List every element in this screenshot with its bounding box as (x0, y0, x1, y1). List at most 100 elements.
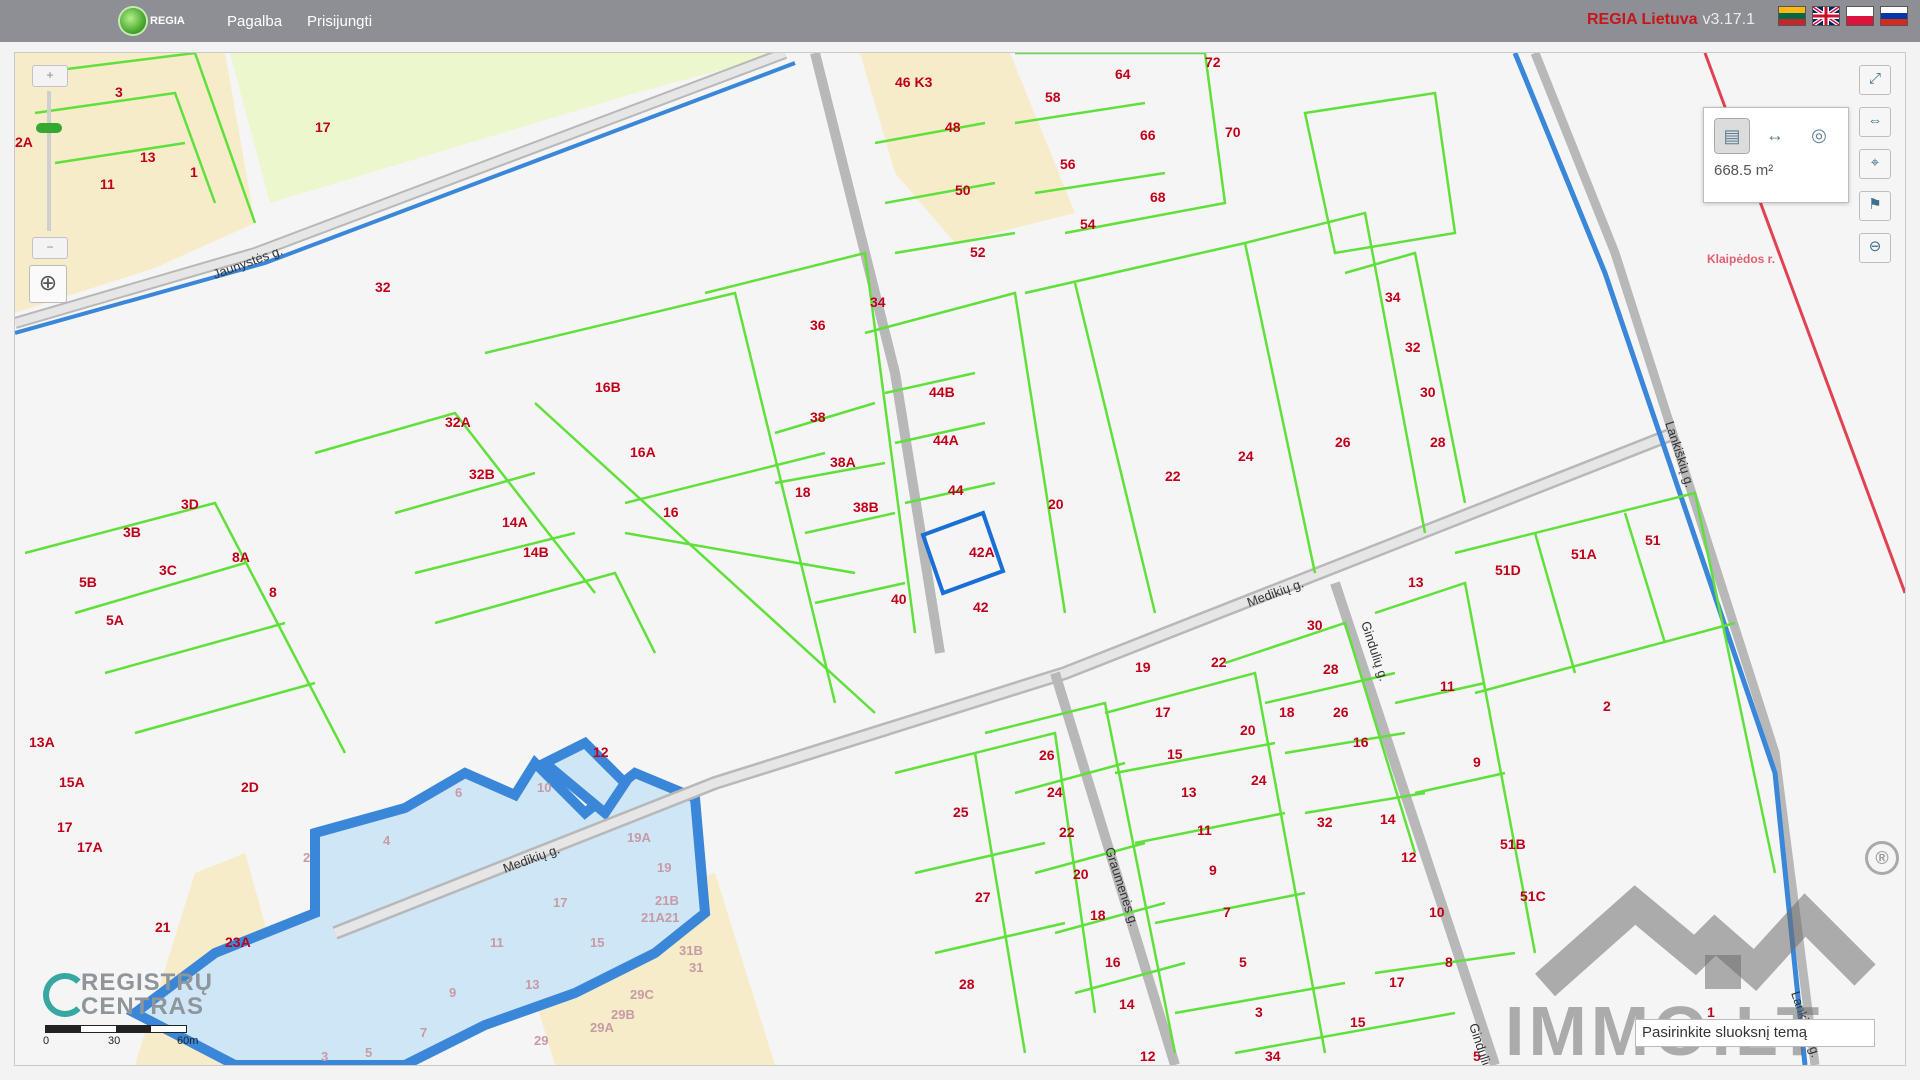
zoom-slider-track[interactable] (47, 91, 51, 231)
parcel-label: 20 (1073, 866, 1089, 882)
parcel-label: 5A (106, 612, 124, 628)
parcel-label: 29C (630, 987, 654, 1002)
parcel-label: 42 (973, 599, 989, 615)
parcel-label: 14 (1119, 996, 1135, 1012)
scale-bar-graphic (45, 1025, 187, 1033)
parcel-label: 19A (627, 830, 651, 845)
regia-globe-icon (120, 8, 146, 34)
zoom-in-button[interactable]: + (32, 65, 68, 87)
parcel-label: 51B (1500, 836, 1526, 852)
parcel-label: 32A (445, 414, 471, 430)
parcel-boundaries (24, 53, 1777, 1055)
parcel-label: 3 (115, 84, 123, 100)
parcel-label: 50 (955, 182, 971, 198)
scale-bar: 0 30 60m (43, 1017, 205, 1053)
flag-pl-icon[interactable] (1846, 6, 1874, 26)
parcel-label: 40 (891, 591, 907, 607)
brand-name: REGIA Lietuva (1586, 11, 1698, 28)
distance-icon: ↔ (1766, 125, 1784, 145)
parcel-label: 1 (190, 164, 198, 180)
parcel-label: 19 (657, 860, 671, 875)
place-label: Klaipėdos r. (1707, 252, 1775, 266)
parcel-label: 28 (1323, 661, 1339, 677)
layer-select-input[interactable]: Pasirinkite sluoksnį temą (1635, 1019, 1875, 1047)
parcel-label: 32 (375, 279, 391, 295)
measure-area-tool[interactable]: ▤ (1714, 118, 1750, 154)
parcel-label: 29 (534, 1033, 548, 1048)
help-link[interactable]: Pagalba (227, 13, 282, 30)
parcel-label: 51D (1495, 562, 1521, 578)
link-button[interactable]: ⊖ (1859, 233, 1891, 263)
parcel-label: 29B (611, 1007, 635, 1022)
parcel-label: 5 (365, 1045, 372, 1060)
parcel-label: 1 (1707, 1004, 1715, 1020)
parcel-label: 13 (1181, 784, 1197, 800)
parcel-label: 13 (1408, 574, 1424, 590)
parcel-label: 2 (1603, 698, 1611, 714)
parcel-label: 7 (420, 1025, 427, 1040)
scale-label-30: 30 (108, 1035, 121, 1047)
flag-lt-icon[interactable] (1778, 6, 1806, 26)
zoom-slider-handle[interactable] (36, 123, 62, 133)
parcel-label: 15 (590, 935, 604, 950)
parcel-label: 11 (1440, 678, 1455, 694)
map-canvas[interactable]: 46 K3 64721732A131115848 66 705650 685452323… (15, 53, 1905, 1065)
parcel-label: 36 (810, 317, 826, 333)
parcel-label: 15A (59, 774, 85, 790)
parcel-label: 16B (595, 379, 621, 395)
measure-point-tool[interactable]: ◎ (1802, 118, 1836, 152)
parcel-label: 10 (1429, 904, 1445, 920)
parcel-label: 17 (57, 819, 73, 835)
parcel-label: 9 (1473, 754, 1481, 770)
flag-en-icon[interactable] (1811, 5, 1841, 27)
parcel-label: 51 (1645, 532, 1661, 548)
parcel-label: 34 (870, 294, 886, 310)
zoom-out-button[interactable]: − (32, 237, 68, 259)
version-label: v3.17.1 (1702, 11, 1755, 28)
login-link[interactable]: Prisijungti (307, 13, 372, 30)
parcel-label: 51A (1571, 546, 1597, 562)
parcel-label: 32 (1317, 814, 1333, 830)
parcel-label: 64 (1115, 66, 1131, 82)
parcel-label: 21A21 (641, 910, 679, 925)
parcel-label: 8 (269, 584, 277, 600)
measure-distance-tool[interactable]: ↔ (1758, 118, 1792, 152)
parcel-label: 16A (630, 444, 656, 460)
parcel-label: 42A (969, 544, 995, 560)
parcel-label: 34 (1265, 1048, 1281, 1064)
brand-version: REGIA Lietuva v3.17.1 (1587, 11, 1755, 29)
cadastral-map[interactable]: 46 K3 64 72 17 3 2A 13 11 1 58 48 66 70 56 50 68 54 52 32 3… (14, 52, 1906, 1066)
logo-text: REGIA (150, 15, 185, 27)
parcel-label: 38A (830, 454, 856, 470)
measure-button[interactable]: ⇔ (1859, 107, 1891, 137)
parcel-label: 38B (853, 499, 879, 515)
parcel-label: 22 (1211, 654, 1227, 670)
parcel-label: 20 (1240, 722, 1256, 738)
parcel-label: 44A (933, 432, 959, 448)
top-bar: REGIA Pagalba Prisijungti REGIA Lietuva v… (0, 0, 1920, 42)
regia-logo[interactable]: REGIA (120, 7, 185, 35)
coordinates-button[interactable]: ⌖ (1859, 149, 1891, 179)
parcel-label: 12 (593, 744, 609, 760)
parcel-label: 18 (795, 484, 811, 500)
parcel-label: 15 (1167, 746, 1183, 762)
flag-marker-button[interactable]: ⚑ (1859, 191, 1891, 221)
road-gindulu (1330, 581, 1500, 1065)
parcel-label: 17 (1155, 704, 1171, 720)
parcel-label: 32B (469, 466, 495, 482)
parcel-label: 32 (1405, 339, 1421, 355)
fullscreen-button[interactable]: ⤢ (1859, 65, 1891, 95)
parcel-label: 3D (181, 496, 199, 512)
parcel-label: 5 (1239, 954, 1247, 970)
parcel-label: 25 (953, 804, 969, 820)
scale-label-60: 60m (177, 1035, 199, 1047)
parcel-label: 16 (663, 504, 679, 520)
parcel-label: 11 (100, 176, 115, 192)
flag-ru-icon[interactable] (1880, 6, 1908, 26)
parcel-label: 3C (159, 562, 177, 578)
parcel-label: 17 (1389, 974, 1405, 990)
xy-icon: ⌖ (1870, 154, 1880, 171)
green-zone (230, 53, 785, 203)
locate-button[interactable]: ⊕ (29, 265, 67, 303)
parcel-label: 3 (321, 1049, 328, 1064)
